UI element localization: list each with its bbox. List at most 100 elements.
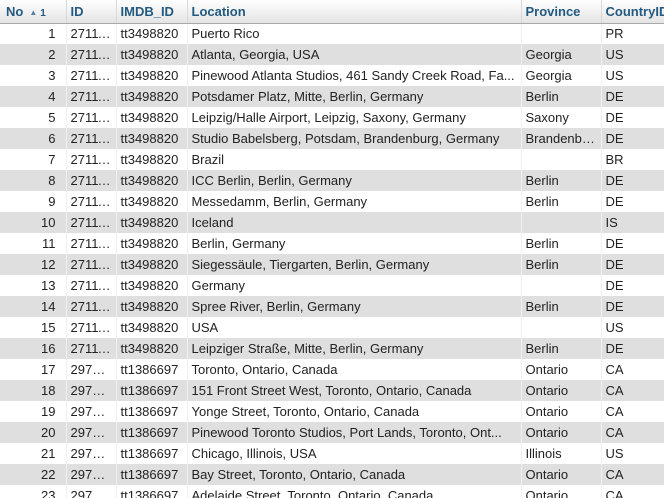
cell-province[interactable]: Ontario: [521, 401, 602, 422]
cell-country-id[interactable]: CA: [601, 380, 664, 401]
cell-id[interactable]: 271110: [66, 149, 117, 170]
cell-location[interactable]: USA: [187, 317, 522, 338]
table-row[interactable]: 5 271110 tt3498820 Leipzig/Halle Airport, L…: [0, 107, 664, 128]
cell-id[interactable]: 297761: [66, 380, 117, 401]
table-row[interactable]: 19 297761 tt1386697 Yonge Street, Toronto, …: [0, 401, 664, 422]
cell-imdb-id[interactable]: tt1386697: [116, 464, 188, 485]
cell-imdb-id[interactable]: tt3498820: [116, 275, 188, 296]
cell-no[interactable]: 22: [0, 464, 67, 485]
cell-province[interactable]: Brandenburg: [521, 128, 602, 149]
cell-id[interactable]: 271110: [66, 317, 117, 338]
cell-location[interactable]: Spree River, Berlin, Germany: [187, 296, 522, 317]
cell-imdb-id[interactable]: tt3498820: [116, 170, 188, 191]
cell-imdb-id[interactable]: tt3498820: [116, 317, 188, 338]
cell-province[interactable]: Georgia: [521, 65, 602, 86]
cell-province[interactable]: Berlin: [521, 254, 602, 275]
table-row[interactable]: 17 297761 tt1386697 Toronto, Ontario, Canad…: [0, 359, 664, 380]
cell-province[interactable]: [521, 149, 602, 170]
cell-imdb-id[interactable]: tt3498820: [116, 254, 188, 275]
column-header-id[interactable]: ID: [66, 0, 117, 24]
cell-no[interactable]: 14: [0, 296, 67, 317]
cell-province[interactable]: Saxony: [521, 107, 602, 128]
cell-location[interactable]: Adelaide Street, Toronto, Ontario, Canad…: [187, 485, 522, 498]
cell-country-id[interactable]: US: [601, 317, 664, 338]
cell-country-id[interactable]: DE: [601, 275, 664, 296]
cell-location[interactable]: Messedamm, Berlin, Germany: [187, 191, 522, 212]
table-row[interactable]: 11 271110 tt3498820 Berlin, Germany Berlin DE: [0, 233, 664, 254]
cell-province[interactable]: [521, 317, 602, 338]
cell-country-id[interactable]: CA: [601, 359, 664, 380]
cell-province[interactable]: Berlin: [521, 338, 602, 359]
cell-no[interactable]: 12: [0, 254, 67, 275]
cell-location[interactable]: Yonge Street, Toronto, Ontario, Canada: [187, 401, 522, 422]
cell-id[interactable]: 271110: [66, 65, 117, 86]
cell-imdb-id[interactable]: tt3498820: [116, 296, 188, 317]
cell-province[interactable]: Ontario: [521, 464, 602, 485]
cell-id[interactable]: 271110: [66, 191, 117, 212]
cell-id[interactable]: 271110: [66, 296, 117, 317]
cell-location[interactable]: Siegessäule, Tiergarten, Berlin, Germany: [187, 254, 522, 275]
table-row[interactable]: 18 297761 tt1386697 151 Front Street West, …: [0, 380, 664, 401]
cell-imdb-id[interactable]: tt3498820: [116, 212, 188, 233]
cell-province[interactable]: Ontario: [521, 422, 602, 443]
cell-location[interactable]: Berlin, Germany: [187, 233, 522, 254]
cell-location[interactable]: Germany: [187, 275, 522, 296]
cell-location[interactable]: Toronto, Ontario, Canada: [187, 359, 522, 380]
cell-province[interactable]: Berlin: [521, 296, 602, 317]
cell-id[interactable]: 271110: [66, 128, 117, 149]
column-header-location[interactable]: Location: [187, 0, 522, 24]
cell-location[interactable]: 151 Front Street West, Toronto, Ontario,…: [187, 380, 522, 401]
column-header-no[interactable]: No ▲ 1: [0, 0, 67, 24]
cell-location[interactable]: Iceland: [187, 212, 522, 233]
cell-no[interactable]: 8: [0, 170, 67, 191]
cell-location[interactable]: Bay Street, Toronto, Ontario, Canada: [187, 464, 522, 485]
table-row[interactable]: 6 271110 tt3498820 Studio Babelsberg, Potsd…: [0, 128, 664, 149]
cell-id[interactable]: 297761: [66, 464, 117, 485]
cell-no[interactable]: 16: [0, 338, 67, 359]
cell-province[interactable]: Ontario: [521, 359, 602, 380]
cell-id[interactable]: 271110: [66, 254, 117, 275]
table-row[interactable]: 23 297761 tt1386697 Adelaide Street, Toront…: [0, 485, 664, 498]
cell-imdb-id[interactable]: tt3498820: [116, 128, 188, 149]
cell-province[interactable]: Berlin: [521, 86, 602, 107]
cell-imdb-id[interactable]: tt3498820: [116, 107, 188, 128]
cell-id[interactable]: 271110: [66, 275, 117, 296]
cell-imdb-id[interactable]: tt3498820: [116, 86, 188, 107]
cell-location[interactable]: Puerto Rico: [187, 23, 522, 44]
column-header-country-id[interactable]: CountryID: [601, 0, 664, 24]
column-header-imdb-id[interactable]: IMDB_ID: [116, 0, 188, 24]
cell-imdb-id[interactable]: tt1386697: [116, 380, 188, 401]
cell-country-id[interactable]: IS: [601, 212, 664, 233]
cell-imdb-id[interactable]: tt3498820: [116, 191, 188, 212]
cell-country-id[interactable]: DE: [601, 191, 664, 212]
cell-province[interactable]: Ontario: [521, 380, 602, 401]
table-row[interactable]: 12 271110 tt3498820 Siegessäule, Tiergarten…: [0, 254, 664, 275]
cell-country-id[interactable]: PR: [601, 23, 664, 44]
cell-id[interactable]: 271110: [66, 23, 117, 44]
cell-country-id[interactable]: DE: [601, 233, 664, 254]
cell-no[interactable]: 4: [0, 86, 67, 107]
table-row[interactable]: 7 271110 tt3498820 Brazil BR: [0, 149, 664, 170]
table-row[interactable]: 9 271110 tt3498820 Messedamm, Berlin, Germa…: [0, 191, 664, 212]
cell-id[interactable]: 271110: [66, 170, 117, 191]
cell-no[interactable]: 13: [0, 275, 67, 296]
cell-country-id[interactable]: US: [601, 44, 664, 65]
cell-country-id[interactable]: DE: [601, 338, 664, 359]
cell-country-id[interactable]: DE: [601, 170, 664, 191]
cell-id[interactable]: 297761: [66, 443, 117, 464]
cell-no[interactable]: 23: [0, 485, 67, 498]
cell-location[interactable]: Atlanta, Georgia, USA: [187, 44, 522, 65]
cell-imdb-id[interactable]: tt3498820: [116, 44, 188, 65]
cell-no[interactable]: 11: [0, 233, 67, 254]
cell-imdb-id[interactable]: tt1386697: [116, 422, 188, 443]
cell-province[interactable]: Ontario: [521, 485, 602, 498]
table-row[interactable]: 21 297761 tt1386697 Chicago, Illinois, USA I…: [0, 443, 664, 464]
table-row[interactable]: 16 271110 tt3498820 Leipziger Straße, Mitte…: [0, 338, 664, 359]
cell-no[interactable]: 18: [0, 380, 67, 401]
cell-province[interactable]: Illinois: [521, 443, 602, 464]
cell-location[interactable]: ICC Berlin, Berlin, Germany: [187, 170, 522, 191]
cell-country-id[interactable]: CA: [601, 464, 664, 485]
cell-no[interactable]: 10: [0, 212, 67, 233]
column-header-province[interactable]: Province: [521, 0, 602, 24]
cell-country-id[interactable]: CA: [601, 401, 664, 422]
